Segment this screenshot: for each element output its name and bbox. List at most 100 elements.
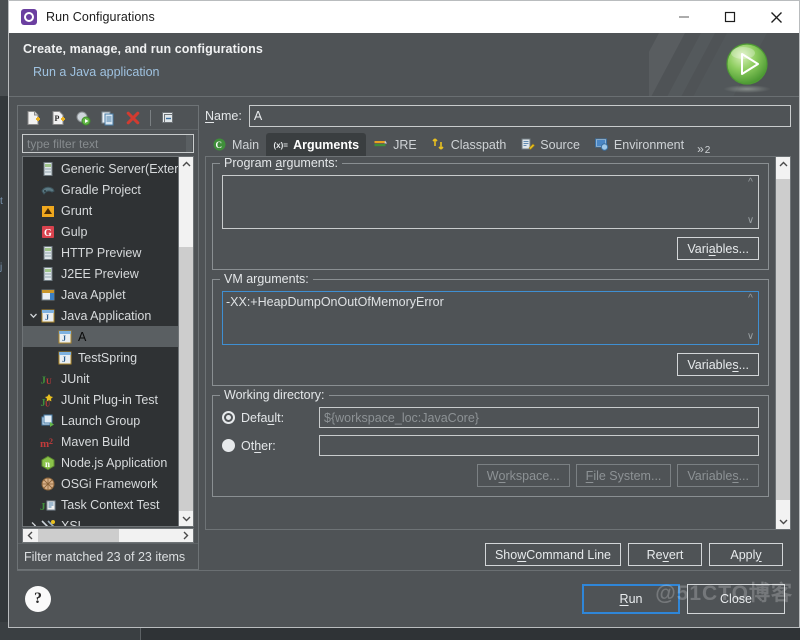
vm-arguments-scrollbar[interactable]: ^ ∨ (743, 292, 758, 344)
tab-main[interactable]: C Main (205, 133, 266, 156)
chevron-right-icon[interactable] (27, 521, 40, 527)
close-button[interactable]: Close (687, 584, 785, 614)
nodejs-icon: n (40, 455, 56, 471)
tree-item-label: A (78, 329, 87, 344)
revert-button[interactable]: Re v ert (628, 543, 702, 567)
program-arguments-input[interactable] (223, 176, 743, 228)
tree-item-maven-build[interactable]: m 2 Maven Build (23, 431, 178, 452)
vm-variables-button[interactable]: Variable s... (677, 353, 759, 376)
tree-horizontal-scrollbar[interactable] (22, 528, 194, 544)
tree-item-j2ee-preview[interactable]: J2EE Preview (23, 263, 178, 284)
editor-scroll-thumb[interactable] (776, 178, 790, 501)
scroll-up-icon[interactable] (179, 157, 193, 172)
tab-environment[interactable]: Environment (587, 133, 691, 156)
h-scroll-thumb[interactable] (38, 529, 120, 543)
svg-text:U: U (46, 377, 52, 386)
workspace-button[interactable]: Wo rkspace... (476, 464, 570, 487)
chevron-down-icon[interactable] (27, 311, 40, 320)
other-directory-input[interactable] (319, 435, 759, 456)
tree-scroll-thumb[interactable] (179, 246, 193, 512)
duplicate-icon[interactable] (97, 108, 119, 128)
filter-box[interactable] (22, 134, 194, 153)
scroll-up-icon[interactable] (776, 157, 790, 172)
scroll-down-icon[interactable]: ∨ (747, 216, 754, 226)
vm-arguments-field-wrap[interactable]: ^ ∨ (222, 291, 759, 345)
other-radio[interactable] (222, 439, 235, 452)
program-arguments-field-wrap[interactable]: ^ ∨ (222, 175, 759, 229)
program-arguments-scrollbar[interactable]: ^ ∨ (743, 176, 758, 228)
tree-item-java-application[interactable]: J Java Application (23, 305, 178, 326)
scroll-down-icon[interactable] (179, 511, 193, 527)
run-button[interactable]: Run (582, 584, 680, 614)
tree-item-label: Grunt (61, 203, 93, 218)
tree-scroll-track[interactable] (179, 172, 193, 512)
apply-button[interactable]: Appl y (709, 543, 783, 567)
show-command-line-button[interactable]: Sho w Command Line (484, 543, 621, 567)
configuration-tabs: C Main (x)= Arguments JRE Classpath Source Envi… (205, 133, 791, 157)
tab-jre[interactable]: JRE (366, 133, 424, 156)
tree-item-generic-server-external-launch[interactable]: Generic Server(External Launch) (23, 158, 178, 179)
tree-item-testspring[interactable]: J TestSpring (23, 347, 178, 368)
close-icon[interactable] (753, 1, 799, 33)
h-scroll-track[interactable] (38, 529, 178, 543)
scroll-up-icon[interactable]: ^ (748, 178, 753, 188)
program-arguments-label: Program arguments: (220, 157, 342, 170)
editor-scroll-track[interactable] (776, 172, 790, 515)
tree-item-junit[interactable]: J U JUnit (23, 368, 178, 389)
tree-vertical-scrollbar[interactable] (178, 157, 193, 527)
tree-item-http-preview[interactable]: HTTP Preview (23, 242, 178, 263)
scroll-down-icon[interactable]: ∨ (747, 332, 754, 342)
tree-item-launch-group[interactable]: Launch Group (23, 410, 178, 431)
tree-item-java-applet[interactable]: Java Applet (23, 284, 178, 305)
svg-text:m: m (40, 438, 49, 450)
tree-item-junit-plug-in-test[interactable]: J U JUnit Plug-in Test (23, 389, 178, 410)
tree-item-gradle-project[interactable]: Gradle Project (23, 179, 178, 200)
tree-item-label: TestSpring (78, 350, 138, 365)
editor-vertical-scrollbar[interactable] (775, 157, 790, 530)
scroll-down-icon[interactable] (776, 514, 790, 530)
filter-clear-icon[interactable] (186, 135, 192, 152)
new-config-icon[interactable] (22, 108, 44, 128)
chevron-double-right-icon: » (697, 142, 704, 156)
tree-item-label: Launch Group (61, 413, 141, 428)
tab-source[interactable]: Source (513, 133, 587, 156)
scroll-up-icon[interactable]: ^ (748, 294, 753, 304)
tab-overflow-chevron[interactable]: » 2 (697, 141, 710, 156)
grunt-icon (40, 203, 56, 219)
default-radio[interactable] (222, 411, 235, 424)
working-dir-variables-button[interactable]: Variable s... (677, 464, 759, 487)
file-system-button[interactable]: File System... (575, 464, 672, 487)
tree-item-label: Generic Server(External Launch) (61, 161, 178, 176)
vm-arguments-input[interactable] (223, 292, 743, 344)
maximize-icon[interactable] (707, 1, 753, 33)
tree-item-a[interactable]: JA (23, 326, 178, 347)
server-icon (40, 161, 56, 177)
gradle-icon (40, 182, 56, 198)
tab-classpath[interactable]: Classpath (424, 133, 514, 156)
scroll-left-icon[interactable] (23, 529, 38, 543)
minimize-icon[interactable] (661, 1, 707, 33)
launch-configuration-tree[interactable]: Generic Server(External Launch) Gradle Pr… (23, 157, 178, 527)
name-label: Name: (205, 109, 242, 123)
collapse-all-icon[interactable] (157, 108, 179, 128)
tree-item-grunt[interactable]: Grunt (23, 200, 178, 221)
tree-item-osgi-framework[interactable]: OSGi Framework (23, 473, 178, 494)
program-variables-button[interactable]: Vari a bles... (677, 237, 759, 260)
filter-input[interactable] (23, 135, 186, 152)
tree-item-gulp[interactable]: G Gulp (23, 221, 178, 242)
svg-text:J: J (45, 313, 49, 322)
junit-plugin-icon: JU (40, 392, 56, 409)
tree-item-node-js-application[interactable]: n Node.js Application (23, 452, 178, 473)
new-prototype-icon[interactable]: P (47, 108, 69, 128)
vm-arguments-label: VM arguments: (220, 272, 313, 286)
tree-item-label: Task Context Test (61, 497, 160, 512)
scroll-right-icon[interactable] (178, 529, 193, 543)
name-input[interactable] (248, 105, 791, 127)
export-icon[interactable] (72, 108, 94, 128)
tab-arguments[interactable]: (x)= Arguments (266, 133, 367, 156)
server-icon (40, 245, 56, 261)
help-icon[interactable]: ? (25, 586, 51, 612)
delete-icon[interactable] (122, 108, 144, 128)
tree-item-xsl[interactable]: XSL (23, 515, 178, 527)
tree-item-task-context-test[interactable]: J Task Context Test (23, 494, 178, 515)
